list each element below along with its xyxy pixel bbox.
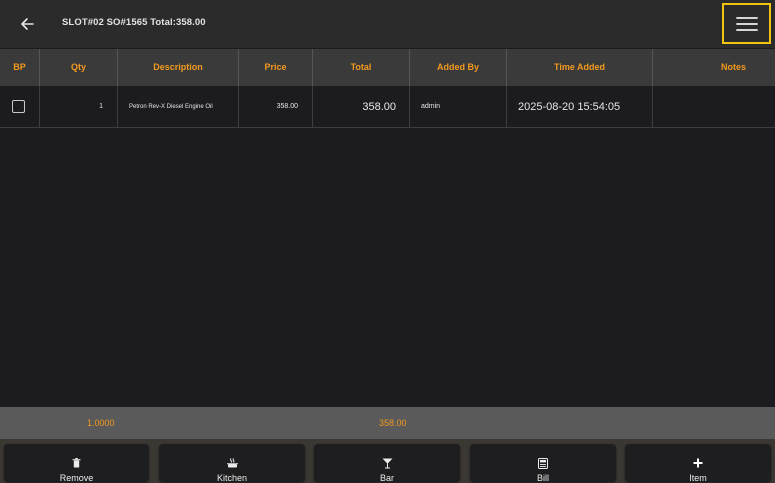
arrow-left-icon <box>21 18 34 30</box>
bar-label: Bar <box>379 473 394 483</box>
totals-bar: 1.0000 358.00 <box>0 407 775 439</box>
table-row[interactable]: 1 Petron Rev-X Diesel Engine Oil 358.00 … <box>0 86 775 128</box>
column-header-qty[interactable]: Qty <box>40 49 118 86</box>
receipt-icon <box>538 457 548 469</box>
order-title: SLOT#02 SO#1565 Total:358.00 <box>62 17 206 28</box>
bill-label: Bill <box>536 473 549 483</box>
item-label: Item <box>689 473 707 483</box>
back-button[interactable] <box>14 11 40 37</box>
bar-button[interactable]: Bar <box>314 444 460 483</box>
bp-checkbox[interactable] <box>12 100 25 113</box>
total-qty: 1.0000 <box>87 418 115 428</box>
price-cell: 358.00 <box>239 86 313 128</box>
kitchen-label: Kitchen <box>216 473 248 483</box>
bp-cell <box>0 86 40 128</box>
action-bar: Remove Kitchen Bar Bill Item <box>0 439 775 483</box>
description-cell: Petron Rev-X Diesel Engine Oil <box>118 86 239 128</box>
trash-icon <box>72 458 81 468</box>
bill-button[interactable]: Bill <box>470 444 616 483</box>
total-cell: 358.00 <box>313 86 410 128</box>
order-screen: SLOT#02 SO#1565 Total:358.00 BP Qty Desc… <box>0 0 775 483</box>
column-header-time-added[interactable]: Time Added <box>507 49 653 86</box>
total-amount: 358.00 <box>379 418 407 428</box>
column-header-description[interactable]: Description <box>118 49 239 86</box>
column-header-total[interactable]: Total <box>313 49 410 86</box>
hamburger-menu-icon <box>735 16 758 31</box>
qty-cell: 1 <box>40 86 118 128</box>
add-item-button[interactable]: Item <box>625 444 771 483</box>
remove-button[interactable]: Remove <box>4 444 149 483</box>
time-added-cell: 2025-08-20 15:54:05 <box>507 86 653 128</box>
menu-button[interactable] <box>722 3 771 44</box>
top-app-bar: SLOT#02 SO#1565 Total:358.00 <box>0 0 775 48</box>
column-header-added-by[interactable]: Added By <box>410 49 507 86</box>
kitchen-button[interactable]: Kitchen <box>159 444 305 483</box>
added-by-cell: admin <box>410 86 507 128</box>
plus-icon <box>693 458 703 468</box>
notes-cell <box>653 86 775 128</box>
column-header-notes[interactable]: Notes <box>653 49 775 86</box>
table-header: BP Qty Description Price Total Added By … <box>0 49 775 86</box>
column-header-bp[interactable]: BP <box>0 49 40 86</box>
cooking-pot-icon <box>226 457 238 467</box>
cocktail-glass-icon <box>382 458 392 468</box>
column-header-price[interactable]: Price <box>239 49 313 86</box>
remove-label: Remove <box>59 473 94 483</box>
